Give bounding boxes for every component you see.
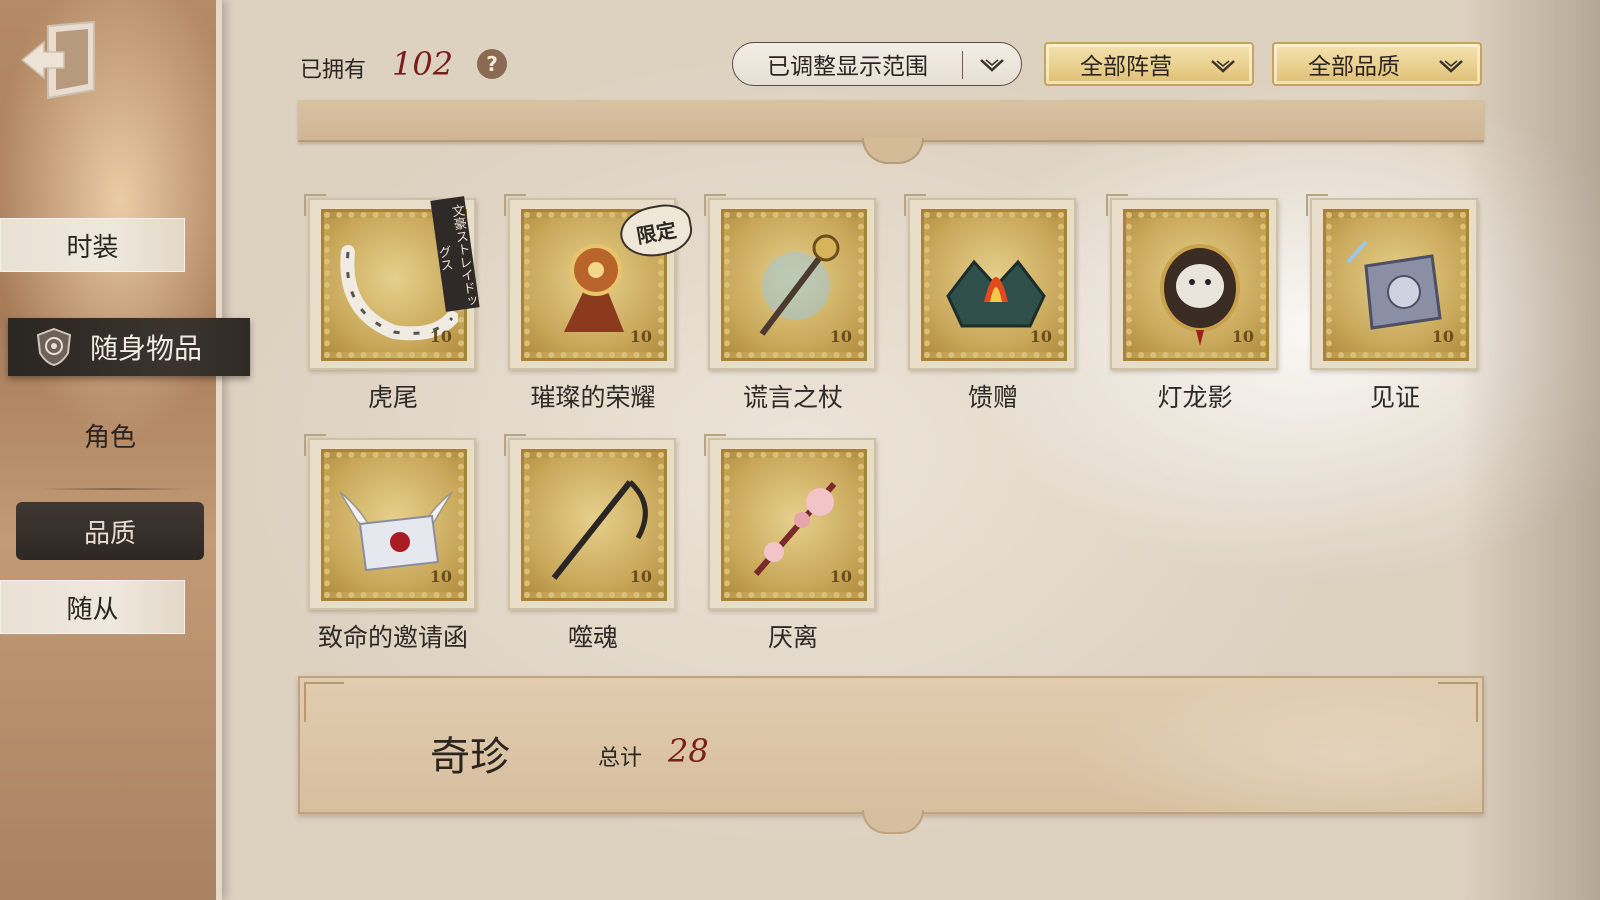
tab-accessories-label: 随身物品 xyxy=(90,332,203,365)
stamp: 10 xyxy=(1323,209,1469,361)
item-card[interactable]: 10 限定 璀璨的荣耀 xyxy=(504,194,696,418)
corner-decoration xyxy=(1438,682,1478,722)
section-total-count: 28 xyxy=(668,732,709,770)
tab-quality-label: 品质 xyxy=(83,518,136,549)
item-card[interactable]: 10 噬魂 xyxy=(504,434,678,658)
stamp-value: 10 xyxy=(429,567,452,586)
stamp: 10 xyxy=(521,449,667,601)
stamp: 10 xyxy=(921,209,1067,361)
stamp-value: 10 xyxy=(1231,327,1254,346)
stamp: 10 xyxy=(1123,209,1269,361)
stamp-frame: 10 xyxy=(708,438,876,610)
sidebar: 时装 随身物品 角色 品质 随从 xyxy=(0,0,250,900)
display-range-label: 已调整显示范围 xyxy=(767,54,928,80)
stamp-frame: 10 xyxy=(908,198,1076,370)
tab-character[interactable]: 角色 xyxy=(20,408,200,462)
corner-decoration xyxy=(304,682,344,722)
stamp-frame: 10 xyxy=(508,438,676,610)
stamp-frame: 10 xyxy=(308,438,476,610)
stamp: 10 xyxy=(721,449,867,601)
chevron-down-icon xyxy=(1439,60,1463,73)
display-range-dropdown[interactable]: 已调整显示范围 xyxy=(732,42,1022,86)
owned-count: 102 xyxy=(392,45,454,83)
camp-filter-label: 全部阵营 xyxy=(1080,54,1172,80)
exit-door-icon xyxy=(20,20,95,100)
stamp-value: 10 xyxy=(629,327,652,346)
tab-follower[interactable]: 随从 xyxy=(0,580,185,634)
item-card[interactable]: 10 谎言之杖 xyxy=(704,194,878,418)
stamp-value: 10 xyxy=(429,327,452,346)
shield-badge-icon xyxy=(36,327,72,367)
chevron-down-icon xyxy=(980,59,1004,72)
owned-label: 已拥有 xyxy=(300,58,367,83)
stamp-frame: 10 xyxy=(1110,198,1278,370)
stamp-frame: 10 xyxy=(1310,198,1478,370)
dropdown-separator xyxy=(962,51,963,79)
item-name: 噬魂 xyxy=(567,623,618,652)
tab-quality[interactable]: 品质 xyxy=(16,502,204,560)
owned-counter: 已拥有 102 ? xyxy=(300,44,508,84)
section-total-label: 总计 xyxy=(598,746,643,771)
help-icon[interactable]: ? xyxy=(477,49,508,79)
item-name: 致命的邀请函 xyxy=(317,623,468,652)
chevron-down-icon xyxy=(1211,60,1235,73)
stamp-value: 10 xyxy=(829,327,852,346)
exit-button[interactable] xyxy=(20,18,100,102)
tab-fashion-label: 时装 xyxy=(66,232,119,263)
section-title: 奇珍 xyxy=(430,734,510,780)
item-card[interactable]: 10 致命的邀请函 xyxy=(304,434,478,658)
quality-filter-dropdown[interactable]: 全部品质 xyxy=(1272,42,1482,86)
sidebar-divider xyxy=(40,488,190,490)
tab-fashion[interactable]: 时装 xyxy=(0,218,185,272)
tab-follower-label: 随从 xyxy=(66,594,119,625)
item-card[interactable]: 10 厌离 xyxy=(704,434,878,658)
item-name: 见证 xyxy=(1369,383,1420,412)
item-name: 虎尾 xyxy=(367,383,418,412)
stamp: 10 xyxy=(321,449,467,601)
stamp-value: 10 xyxy=(829,567,852,586)
stamp-value: 10 xyxy=(1029,327,1052,346)
camp-filter-dropdown[interactable]: 全部阵营 xyxy=(1044,42,1254,86)
item-card[interactable]: 10 文豪ストレイドッグス 虎尾 xyxy=(304,194,480,418)
stamp-frame: 10 xyxy=(708,198,876,370)
item-card[interactable]: 10 灯龙影 xyxy=(1106,194,1280,418)
category-banner-top xyxy=(298,100,1484,142)
tab-character-label: 角色 xyxy=(83,422,136,453)
item-name: 厌离 xyxy=(767,623,818,652)
tab-accessories[interactable]: 随身物品 xyxy=(8,318,250,376)
item-name: 灯龙影 xyxy=(1157,383,1233,412)
item-name: 谎言之杖 xyxy=(742,383,843,412)
stamp: 10 xyxy=(721,209,867,361)
item-name: 璀璨的荣耀 xyxy=(530,383,656,412)
stamp-value: 10 xyxy=(1431,327,1454,346)
item-card[interactable]: 10 见证 xyxy=(1306,194,1480,418)
item-name: 馈赠 xyxy=(967,383,1018,412)
stamp-value: 10 xyxy=(629,567,652,586)
quality-filter-label: 全部品质 xyxy=(1308,54,1400,80)
item-card[interactable]: 10 馈赠 xyxy=(904,194,1078,418)
